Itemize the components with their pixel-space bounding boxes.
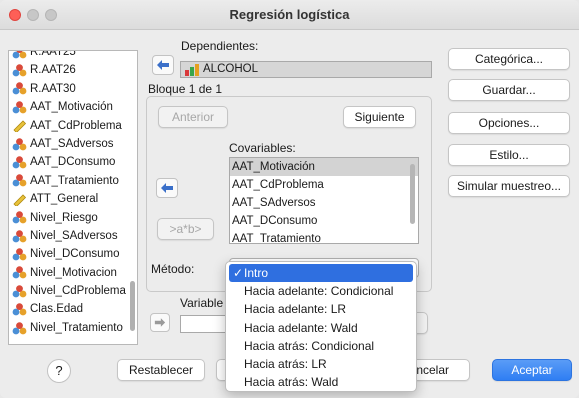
- scale-nominal-icon: [12, 321, 27, 335]
- ruler-scale-icon: [12, 119, 27, 134]
- variable-list-item[interactable]: Nivel_Tratamiento: [9, 319, 137, 337]
- block-label: Bloque 1 de 1: [148, 82, 223, 96]
- variable-list-item[interactable]: R.AAT25: [9, 50, 137, 61]
- variable-list-item[interactable]: Nivel_CdProblema: [9, 282, 137, 300]
- scale-nominal-icon: [12, 137, 27, 151]
- style-button[interactable]: Estilo...: [448, 144, 570, 166]
- arrow-left-icon: [157, 60, 169, 70]
- variable-list-item[interactable]: R.AAT30: [9, 80, 137, 98]
- variable-label: ATT_General: [30, 193, 99, 206]
- variable-list-item[interactable]: AAT_Motivación: [9, 98, 137, 116]
- ok-button[interactable]: Aceptar: [492, 359, 572, 381]
- selection-variable-label: Variable: [180, 296, 224, 310]
- variable-label: Nivel_CdProblema: [30, 285, 126, 298]
- covariate-item[interactable]: AAT_Motivación: [230, 158, 418, 176]
- checkmark-icon: ✓: [233, 266, 244, 280]
- logistic-regression-dialog: Regresión logística R.AAT25 R.AAT26 R.AAT3…: [0, 0, 579, 398]
- variable-label: R.AAT25: [30, 50, 76, 58]
- covariate-item[interactable]: AAT_DConsumo: [230, 212, 418, 230]
- variable-list-item[interactable]: AAT_DConsumo: [9, 153, 137, 171]
- method-option[interactable]: Hacia atrás: LR: [226, 355, 416, 373]
- variable-list-item[interactable]: ATT_General: [9, 190, 137, 208]
- variable-list-item[interactable]: AAT_SAdversos: [9, 135, 137, 153]
- dependent-field[interactable]: ALCOHOL: [180, 61, 432, 78]
- covariates-list[interactable]: AAT_Motivación AAT_CdProblema AAT_SAdver…: [229, 157, 419, 244]
- method-option[interactable]: Hacia atrás: Condicional: [226, 337, 416, 355]
- options-button[interactable]: Opciones...: [448, 112, 570, 134]
- variable-label: Nivel_Tratamiento: [30, 321, 123, 334]
- dependent-label: Dependientes:: [181, 39, 259, 53]
- save-button[interactable]: Guardar...: [448, 79, 570, 101]
- variable-label: AAT_CdProblema: [30, 119, 122, 132]
- variable-label: AAT_DConsumo: [30, 156, 116, 169]
- variable-list-item[interactable]: Nivel_Riesgo: [9, 209, 137, 227]
- move-to-covariates-button[interactable]: [156, 178, 178, 198]
- scale-nominal-icon: [12, 82, 27, 95]
- source-variable-list[interactable]: R.AAT25 R.AAT26 R.AAT30 AAT_Motivación AAT_C…: [8, 50, 138, 345]
- option-label: Intro: [244, 266, 269, 280]
- scale-nominal-icon: [12, 248, 27, 261]
- method-option[interactable]: Hacia adelante: Wald: [226, 319, 416, 337]
- covariate-item[interactable]: AAT_CdProblema: [230, 176, 418, 194]
- variable-label: Nivel_SAdversos: [30, 229, 118, 242]
- help-button[interactable]: ?: [47, 359, 71, 383]
- title-bar: Regresión logística: [0, 0, 579, 30]
- dependent-value: ALCOHOL: [203, 63, 258, 75]
- method-dropdown-menu: ✓ Intro Hacia adelante: Condicional Hacia…: [225, 261, 417, 392]
- covariates-scrollbar[interactable]: [410, 164, 415, 224]
- arrow-left-icon: [161, 183, 173, 193]
- scale-nominal-icon: [12, 174, 27, 187]
- variable-list-item[interactable]: Nivel_DConsumo: [9, 245, 137, 263]
- variable-label: Clas.Edad: [30, 303, 84, 316]
- previous-block-button[interactable]: Anterior: [158, 106, 228, 128]
- window-title: Regresión logística: [229, 7, 350, 22]
- method-option[interactable]: Hacia atrás: Wald: [226, 373, 416, 391]
- variable-label: AAT_Tratamiento: [30, 174, 119, 187]
- variable-label: Nivel_Motivacion: [30, 266, 117, 279]
- variable-list-item[interactable]: AAT_CdProblema: [9, 117, 137, 135]
- variable-label: AAT_SAdversos: [30, 137, 114, 150]
- ruler-scale-icon: [12, 193, 27, 207]
- variable-label: R.AAT26: [30, 64, 76, 77]
- scale-nominal-icon: [12, 211, 27, 224]
- scale-nominal-icon: [184, 64, 200, 79]
- variable-list-item[interactable]: Clas.Edad: [9, 300, 137, 318]
- variable-list-item[interactable]: Nivel_SAdversos: [9, 227, 137, 245]
- scale-nominal-icon: [12, 64, 27, 77]
- variable-list-item[interactable]: AAT_Tratamiento: [9, 172, 137, 190]
- variable-list-item[interactable]: Nivel_Motivacion: [9, 264, 137, 282]
- method-option[interactable]: Hacia adelante: Condicional: [226, 282, 416, 300]
- variable-list-scrollbar[interactable]: [129, 51, 137, 344]
- interaction-button[interactable]: >a*b>: [157, 218, 214, 240]
- selection-variable-field[interactable]: [180, 315, 228, 333]
- method-option-intro[interactable]: ✓ Intro: [229, 264, 413, 283]
- covariates-label: Covariables:: [229, 141, 296, 155]
- next-block-button[interactable]: Siguiente: [343, 106, 416, 128]
- variable-label: Nivel_Riesgo: [30, 211, 98, 224]
- variable-label: AAT_Motivación: [30, 101, 113, 114]
- scale-nominal-icon: [12, 284, 27, 298]
- arrow-right-icon: [154, 318, 166, 327]
- covariate-item[interactable]: AAT_SAdversos: [230, 194, 418, 212]
- move-to-selection-button[interactable]: [150, 313, 170, 332]
- variable-list-item[interactable]: R.AAT26: [9, 61, 137, 79]
- scale-nominal-icon: [12, 101, 27, 114]
- covariate-item[interactable]: AAT_Tratamiento: [230, 230, 418, 243]
- scale-nominal-icon: [12, 266, 27, 279]
- method-label: Método:: [151, 262, 195, 276]
- reset-button[interactable]: Restablecer: [117, 359, 205, 381]
- bootstrap-button[interactable]: Simular muestreo...: [448, 175, 570, 197]
- scrollbar-thumb[interactable]: [130, 281, 135, 331]
- variable-label: Nivel_DConsumo: [30, 248, 120, 261]
- scale-nominal-icon: [12, 303, 27, 316]
- scale-nominal-icon: [12, 156, 27, 169]
- categorical-button[interactable]: Categórica...: [448, 48, 570, 70]
- method-option[interactable]: Hacia adelante: LR: [226, 300, 416, 318]
- scale-nominal-icon: [12, 229, 27, 243]
- move-to-dependent-button[interactable]: [152, 55, 174, 75]
- scale-nominal-icon: [12, 51, 27, 59]
- variable-label: R.AAT30: [30, 82, 76, 95]
